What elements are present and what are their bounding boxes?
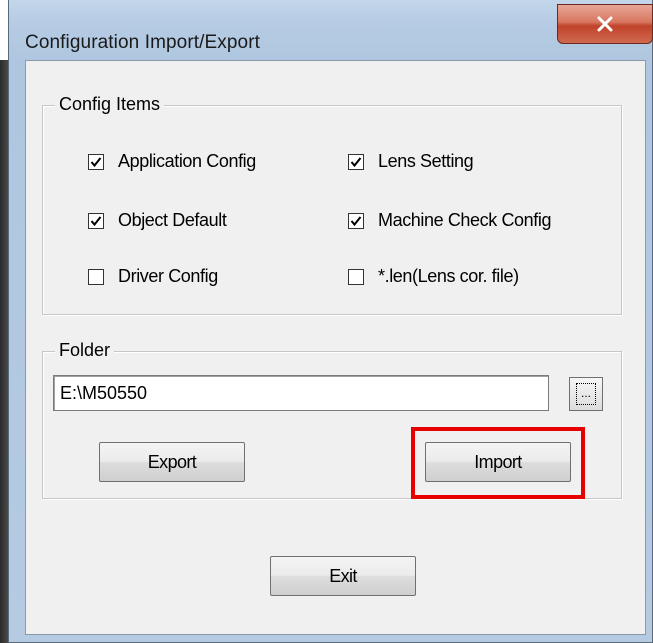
exit-label: Exit: [329, 565, 357, 586]
config-items-group: Config Items Application Config Lens Set…: [42, 94, 622, 315]
checkbox-label: Driver Config: [118, 266, 218, 286]
browse-ellipsis: ...: [576, 383, 596, 405]
checkbox-box[interactable]: [88, 268, 104, 285]
check-icon: [350, 215, 362, 226]
checkbox-box[interactable]: [88, 153, 104, 170]
checkbox-label: Lens Setting: [378, 151, 474, 171]
window-left-edge: [0, 60, 8, 643]
checkbox-driver-config[interactable]: Driver Config: [88, 266, 218, 287]
folder-path-input[interactable]: [53, 375, 549, 411]
checkbox-box[interactable]: [348, 268, 364, 285]
title-bar[interactable]: Configuration Import/Export: [9, 0, 653, 60]
close-icon: [597, 16, 613, 32]
export-button[interactable]: Export: [99, 442, 245, 482]
config-items-label: Config Items: [55, 94, 165, 115]
checkbox-label: Application Config: [118, 151, 256, 171]
checkbox-object-default[interactable]: Object Default: [88, 210, 227, 231]
export-label: Export: [147, 451, 197, 472]
dialog-window: Configuration Import/Export Config Items…: [8, 0, 653, 643]
check-icon: [90, 215, 102, 226]
checkbox-box[interactable]: [348, 153, 364, 170]
import-highlight-box: [411, 427, 585, 499]
check-icon: [350, 156, 362, 167]
checkbox-lens-setting[interactable]: Lens Setting: [348, 151, 474, 172]
checkbox-box[interactable]: [88, 212, 104, 229]
checkbox-label: Object Default: [118, 210, 227, 230]
dialog-client-area: Config Items Application Config Lens Set…: [25, 60, 646, 635]
checkbox-label: Machine Check Config: [378, 210, 552, 230]
checkbox-box[interactable]: [348, 212, 364, 229]
browse-folder-button[interactable]: ...: [569, 377, 603, 411]
folder-group: Folder ... Export Import: [42, 340, 622, 499]
checkbox-len-file[interactable]: *.len(Lens cor. file): [348, 266, 519, 287]
checkbox-machine-check-config[interactable]: Machine Check Config: [348, 210, 551, 231]
window-title: Configuration Import/Export: [25, 32, 261, 53]
exit-button[interactable]: Exit: [270, 556, 416, 596]
close-button[interactable]: [557, 4, 653, 44]
check-icon: [90, 156, 102, 167]
checkbox-application-config[interactable]: Application Config: [88, 151, 256, 172]
checkbox-label: *.len(Lens cor. file): [378, 266, 519, 286]
folder-label: Folder: [55, 340, 115, 361]
